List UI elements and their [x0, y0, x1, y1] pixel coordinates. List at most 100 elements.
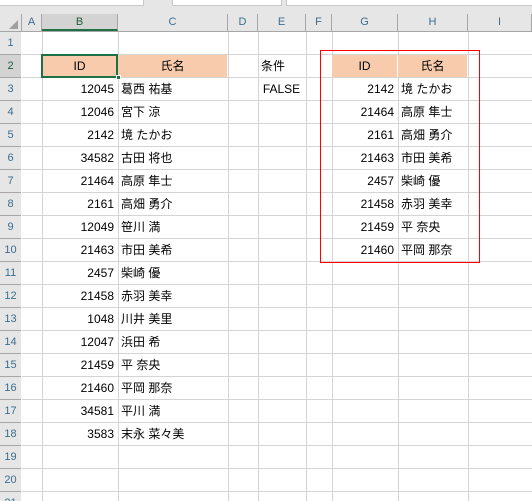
- row-header-2[interactable]: 2: [0, 55, 21, 78]
- gridline-vertical: [306, 32, 307, 501]
- row-header-12[interactable]: 12: [0, 285, 21, 308]
- source-header-id[interactable]: ID: [42, 55, 117, 77]
- column-header-i[interactable]: I: [468, 14, 532, 31]
- source-cell-name[interactable]: 高原 隼士: [118, 170, 227, 192]
- formula-bar[interactable]: [286, 0, 532, 6]
- row-header-13[interactable]: 13: [0, 308, 21, 331]
- source-cell-id[interactable]: 1048: [42, 308, 117, 330]
- row-header-9[interactable]: 9: [0, 216, 21, 239]
- row-header-6[interactable]: 6: [0, 147, 21, 170]
- source-cell-name[interactable]: 赤羽 美幸: [118, 285, 227, 307]
- source-cell-name[interactable]: 柴崎 優: [118, 262, 227, 284]
- fill-handle[interactable]: [116, 75, 121, 80]
- result-header-id[interactable]: ID: [332, 55, 397, 77]
- result-cell-name[interactable]: 平 奈央: [398, 216, 467, 238]
- result-cell-name[interactable]: 高原 隼士: [398, 101, 467, 123]
- result-cell-id[interactable]: 21460: [332, 239, 397, 261]
- row-header-20[interactable]: 20: [0, 469, 21, 492]
- row-header-5[interactable]: 5: [0, 124, 21, 147]
- source-cell-name[interactable]: 平岡 那奈: [118, 377, 227, 399]
- row-header-19[interactable]: 19: [0, 446, 21, 469]
- row-header-18[interactable]: 18: [0, 423, 21, 446]
- source-cell-id[interactable]: 12045: [42, 78, 117, 100]
- result-cell-id[interactable]: 2161: [332, 124, 397, 146]
- source-cell-name[interactable]: 平川 満: [118, 400, 227, 422]
- spreadsheet-window: A B C D E F G H I 1 2 3 4 5 6 7 8 9 10 11 12 13 14 15 1…: [0, 0, 532, 501]
- result-cell-id[interactable]: 21458: [332, 193, 397, 215]
- source-cell-name[interactable]: 市田 美希: [118, 239, 227, 261]
- result-cell-name[interactable]: 境 たかお: [398, 78, 467, 100]
- column-header-f[interactable]: F: [306, 14, 332, 31]
- source-cell-name[interactable]: 高畑 勇介: [118, 193, 227, 215]
- source-cell-id[interactable]: 2142: [42, 124, 117, 146]
- criteria-value[interactable]: FALSE: [258, 78, 305, 100]
- source-cell-id[interactable]: 12047: [42, 331, 117, 353]
- source-cell-id[interactable]: 21458: [42, 285, 117, 307]
- source-cell-name[interactable]: 葛西 祐基: [118, 78, 227, 100]
- row-header-21[interactable]: 21: [0, 492, 21, 501]
- result-cell-name[interactable]: 赤羽 美幸: [398, 193, 467, 215]
- result-cell-name[interactable]: 柴崎 優: [398, 170, 467, 192]
- result-cell-id[interactable]: 21463: [332, 147, 397, 169]
- source-cell-name[interactable]: 川井 美里: [118, 308, 227, 330]
- column-header-g[interactable]: G: [332, 14, 398, 31]
- gridline-horizontal: [22, 445, 532, 446]
- source-header-name[interactable]: 氏名: [118, 55, 227, 77]
- column-header-band: A B C D E F G H I: [0, 14, 532, 32]
- result-cell-id[interactable]: 2142: [332, 78, 397, 100]
- source-cell-id[interactable]: 21464: [42, 170, 117, 192]
- criteria-label[interactable]: 条件: [258, 55, 305, 77]
- source-cell-name[interactable]: 古田 将也: [118, 147, 227, 169]
- source-cell-id[interactable]: 21460: [42, 377, 117, 399]
- result-cell-name[interactable]: 平岡 那奈: [398, 239, 467, 261]
- column-header-b[interactable]: B: [42, 14, 118, 31]
- select-all-corner[interactable]: [0, 14, 22, 31]
- row-header-3[interactable]: 3: [0, 78, 21, 101]
- row-header-1[interactable]: 1: [0, 32, 21, 55]
- row-header-15[interactable]: 15: [0, 354, 21, 377]
- source-cell-name[interactable]: 笹川 満: [118, 216, 227, 238]
- source-cell-name[interactable]: 境 たかお: [118, 124, 227, 146]
- column-header-a[interactable]: A: [22, 14, 42, 31]
- result-cell-name[interactable]: 高畑 勇介: [398, 124, 467, 146]
- result-header-name[interactable]: 氏名: [398, 55, 467, 77]
- result-cell-id[interactable]: 21464: [332, 101, 397, 123]
- cell-area[interactable]: ID 氏名 12045 葛西 祐基 12046 宮下 涼 2142 境 たかお 34582 古田 …: [22, 32, 532, 501]
- source-cell-id[interactable]: 3583: [42, 423, 117, 445]
- gridline-vertical: [228, 32, 229, 501]
- name-box[interactable]: [0, 0, 144, 6]
- source-cell-id[interactable]: 2161: [42, 193, 117, 215]
- gridline-vertical: [468, 32, 469, 501]
- source-cell-name[interactable]: 末永 菜々美: [118, 423, 227, 445]
- row-header-8[interactable]: 8: [0, 193, 21, 216]
- row-header-11[interactable]: 11: [0, 262, 21, 285]
- source-cell-id[interactable]: 34581: [42, 400, 117, 422]
- source-cell-id[interactable]: 12049: [42, 216, 117, 238]
- source-cell-name[interactable]: 宮下 涼: [118, 101, 227, 123]
- source-cell-id[interactable]: 2457: [42, 262, 117, 284]
- source-cell-id[interactable]: 21459: [42, 354, 117, 376]
- result-cell-id[interactable]: 21459: [332, 216, 397, 238]
- row-header-10[interactable]: 10: [0, 239, 21, 262]
- source-cell-name[interactable]: 浜田 希: [118, 331, 227, 353]
- result-cell-id[interactable]: 2457: [332, 170, 397, 192]
- worksheet-grid[interactable]: A B C D E F G H I 1 2 3 4 5 6 7 8 9 10 11 12 13 14 15 1…: [0, 14, 532, 501]
- column-header-h[interactable]: H: [398, 14, 468, 31]
- source-cell-id[interactable]: 34582: [42, 147, 117, 169]
- source-cell-name[interactable]: 平 奈央: [118, 354, 227, 376]
- formula-bar-segment[interactable]: [172, 0, 282, 6]
- row-header-16[interactable]: 16: [0, 377, 21, 400]
- source-cell-id[interactable]: 21463: [42, 239, 117, 261]
- gridline-vertical: [258, 32, 259, 501]
- column-header-d[interactable]: D: [228, 14, 258, 31]
- toolbar-strip: [0, 0, 532, 14]
- row-header-14[interactable]: 14: [0, 331, 21, 354]
- row-header-4[interactable]: 4: [0, 101, 21, 124]
- row-header-7[interactable]: 7: [0, 170, 21, 193]
- result-cell-name[interactable]: 市田 美希: [398, 147, 467, 169]
- row-header-17[interactable]: 17: [0, 400, 21, 423]
- column-header-e[interactable]: E: [258, 14, 306, 31]
- column-header-c[interactable]: C: [118, 14, 228, 31]
- gridline-horizontal: [22, 468, 532, 469]
- source-cell-id[interactable]: 12046: [42, 101, 117, 123]
